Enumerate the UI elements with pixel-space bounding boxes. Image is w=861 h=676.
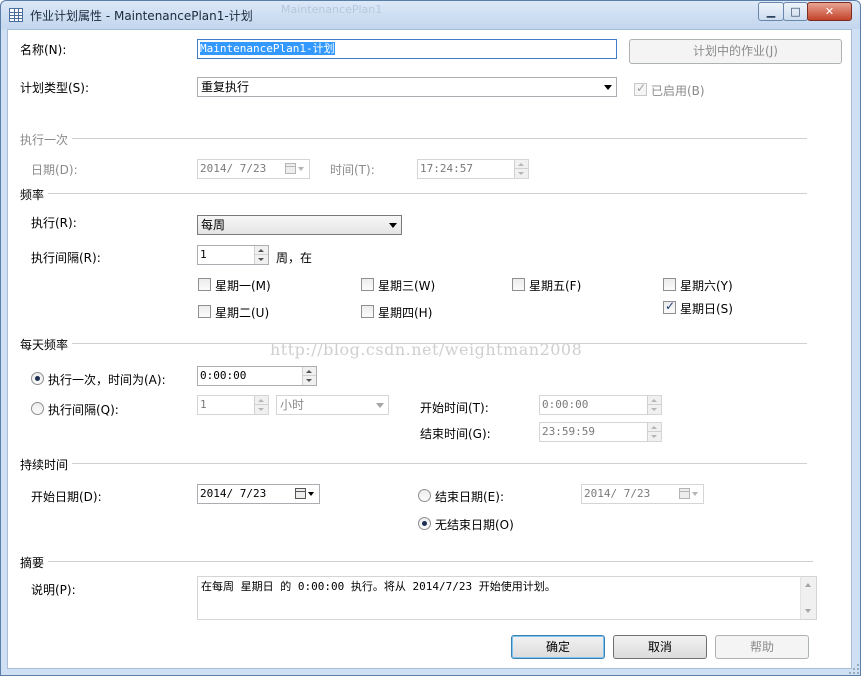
recurs-every-spinner[interactable] (254, 246, 268, 264)
occurs-every-unit-value: 小时 (280, 398, 305, 412)
tuesday-checkbox[interactable] (198, 305, 211, 318)
occurs-once-label: 执行一次，时间为(A): (48, 373, 166, 387)
end-time-input[interactable]: 23:59:59 (539, 422, 662, 442)
schedule-type-label: 计划类型(S): (20, 81, 90, 95)
one-time-time-label: 时间(T): (330, 163, 375, 177)
end-date-value: 2014/ 7/23 (584, 487, 651, 500)
start-time-input[interactable]: 0:00:00 (539, 395, 662, 415)
minimize-button[interactable]: ▁ (758, 2, 784, 21)
occurs-every-label: 执行间隔(Q): (48, 403, 119, 417)
window-title: 作业计划属性 - MaintenancePlan1-计划 (30, 9, 253, 23)
frequency-section-title: 频率 (20, 188, 45, 202)
occurs-once-radio[interactable] (31, 372, 44, 385)
recurs-every-suffix: 周，在 (276, 251, 313, 265)
calendar-dropdown-icon (285, 163, 305, 175)
sunday-checkbox[interactable] (663, 299, 676, 314)
one-time-time-input[interactable]: 17:24:57 (417, 159, 529, 179)
recurs-every-value: 1 (200, 248, 207, 261)
no-end-date-label: 无结束日期(O) (435, 518, 514, 532)
tuesday-label: 星期二(U) (215, 306, 270, 320)
chevron-down-icon (376, 403, 384, 408)
occurs-once-time-input[interactable]: 0:00:00 (197, 366, 317, 386)
close-button[interactable]: ✕ (807, 2, 852, 21)
end-time-value: 23:59:59 (542, 425, 595, 438)
name-input[interactable]: MaintenancePlan1-计划 (197, 39, 617, 59)
summary-divider (48, 561, 813, 562)
duration-section-title: 持续时间 (20, 458, 69, 472)
help-button[interactable]: 帮助 (715, 635, 809, 659)
description-scrollbar[interactable] (800, 577, 816, 619)
chevron-down-icon (389, 223, 397, 228)
summary-section-title: 摘要 (20, 556, 45, 570)
description-label: 说明(P): (31, 583, 76, 597)
frequency-divider (48, 193, 807, 194)
occurs-every-value: 1 (200, 398, 207, 411)
name-input-value: MaintenancePlan1-计划 (200, 42, 335, 55)
start-date-label: 开始日期(D): (31, 490, 102, 504)
friday-label: 星期五(F) (529, 279, 582, 293)
occurs-every-unit-select[interactable]: 小时 (276, 395, 389, 415)
calendar-dropdown-icon (679, 488, 699, 500)
chevron-down-icon (604, 85, 612, 90)
occurs-every-spinner[interactable] (254, 396, 268, 414)
name-label: 名称(N): (20, 43, 67, 57)
start-time-spinner[interactable] (647, 396, 661, 414)
occurs-once-time-value: 0:00:00 (200, 369, 247, 382)
duration-divider (72, 463, 807, 464)
title-bar[interactable]: 作业计划属性 - MaintenancePlan1-计划 Maintenance… (1, 1, 860, 29)
end-date-picker[interactable]: 2014/ 7/23 (581, 484, 704, 504)
start-time-label: 开始时间(T): (420, 401, 489, 415)
one-time-date-label: 日期(D): (31, 163, 78, 177)
calendar-dropdown-icon (295, 488, 315, 500)
start-date-value: 2014/ 7/23 (200, 487, 267, 500)
friday-checkbox[interactable] (512, 278, 525, 291)
monday-label: 星期一(M) (215, 279, 271, 293)
saturday-label: 星期六(Y) (680, 279, 733, 293)
schedule-table-icon (9, 8, 23, 22)
occurs-value: 每周 (201, 218, 226, 232)
description-value: 在每周 星期日 的 0:00:00 执行。将从 2014/7/23 开始使用计划… (201, 580, 556, 593)
start-time-value: 0:00:00 (542, 398, 589, 411)
start-date-picker[interactable]: 2014/ 7/23 (197, 484, 320, 504)
background-window-title: MaintenancePlan1 (281, 3, 383, 16)
maximize-button[interactable]: □ (783, 2, 808, 21)
one-time-time-value: 17:24:57 (420, 162, 473, 175)
resize-grip-icon[interactable] (849, 664, 859, 674)
end-date-label: 结束日期(E): (435, 490, 504, 504)
recurs-every-input[interactable]: 1 (197, 245, 269, 265)
description-textarea[interactable]: 在每周 星期日 的 0:00:00 执行。将从 2014/7/23 开始使用计划… (197, 576, 817, 620)
one-time-section-title: 执行一次 (20, 133, 69, 147)
cancel-button[interactable]: 取消 (613, 635, 707, 659)
enabled-checkbox[interactable] (634, 81, 647, 96)
one-time-divider (72, 138, 807, 139)
monday-checkbox[interactable] (198, 278, 211, 291)
occurs-every-radio[interactable] (31, 402, 44, 415)
schedule-type-value: 重复执行 (201, 80, 250, 94)
thursday-label: 星期四(H) (378, 306, 433, 320)
daily-frequency-section-title: 每天频率 (20, 338, 69, 352)
wednesday-label: 星期三(W) (378, 279, 436, 293)
one-time-date-picker[interactable]: 2014/ 7/23 (197, 159, 310, 179)
enabled-label: 已启用(B) (651, 84, 705, 98)
watermark: http://blog.csdn.net/weightman2008 (270, 340, 583, 359)
occurs-every-input[interactable]: 1 (197, 395, 269, 415)
occurs-label: 执行(R): (31, 216, 77, 230)
occurs-select[interactable]: 每周 (197, 215, 402, 235)
jobs-in-schedule-button[interactable]: 计划中的作业(J) (629, 39, 842, 64)
wednesday-checkbox[interactable] (361, 278, 374, 291)
saturday-checkbox[interactable] (663, 278, 676, 291)
end-time-spinner[interactable] (647, 423, 661, 441)
end-time-label: 结束时间(G): (420, 427, 491, 441)
recurs-every-label: 执行间隔(R): (31, 251, 101, 265)
no-end-date-radio[interactable] (418, 517, 431, 530)
schedule-type-select[interactable]: 重复执行 (197, 77, 617, 97)
one-time-date-value: 2014/ 7/23 (200, 162, 267, 175)
sunday-label: 星期日(S) (680, 302, 733, 316)
time-spinner[interactable] (514, 160, 528, 178)
occurs-once-spinner[interactable] (302, 367, 316, 385)
ok-button[interactable]: 确定 (511, 635, 605, 659)
end-date-radio[interactable] (418, 489, 431, 502)
thursday-checkbox[interactable] (361, 305, 374, 318)
